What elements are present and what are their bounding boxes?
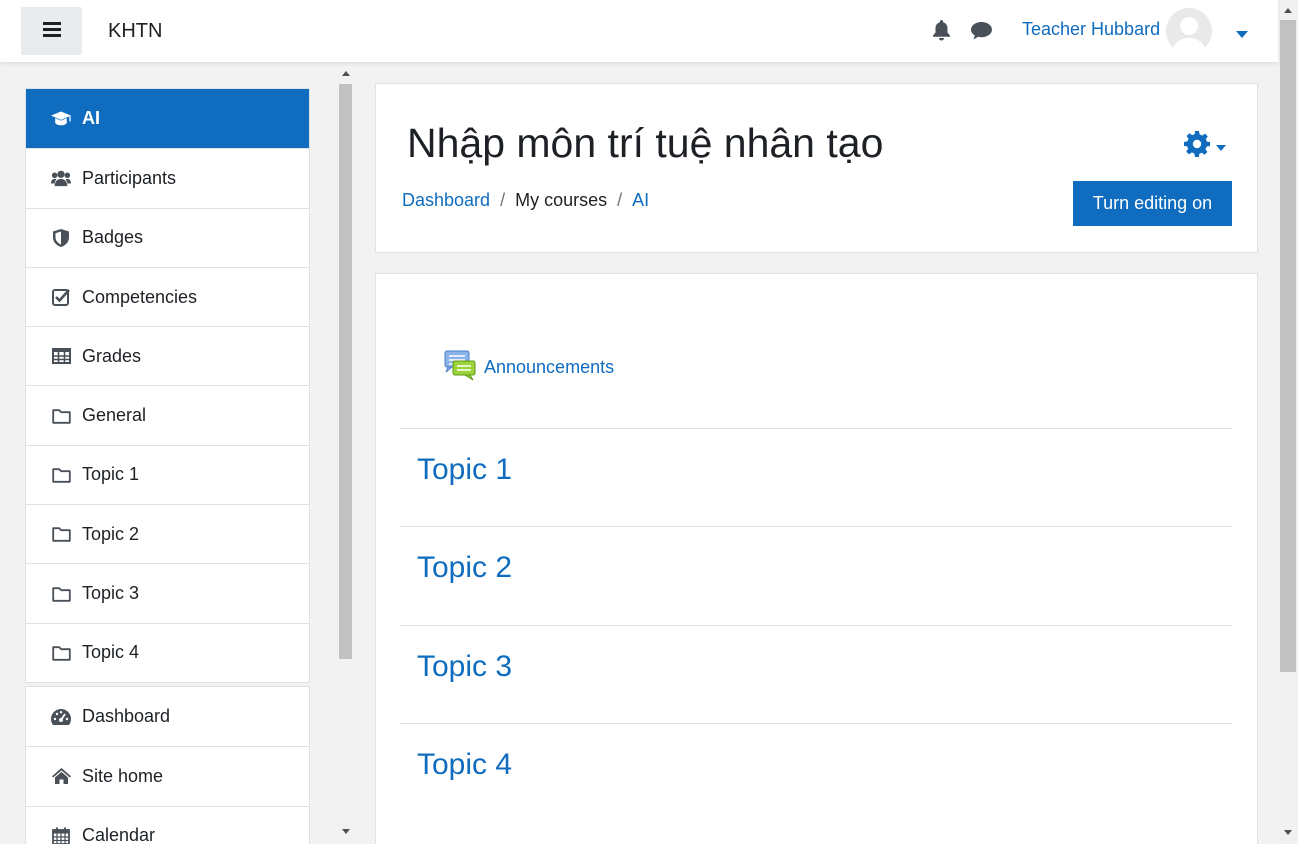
menu-icon (42, 22, 61, 40)
nav-item-label: Calendar (82, 825, 156, 844)
nav-item-grades[interactable]: Grades (26, 326, 309, 385)
bell-icon[interactable] (932, 20, 951, 46)
chat-icon[interactable] (971, 22, 992, 45)
nav-item-label: Topic 4 (82, 642, 140, 663)
nav-item-label: Competencies (82, 286, 198, 307)
nav-item-label: Participants (82, 167, 177, 188)
top-navbar: KHTN Teacher Hubbard (0, 0, 1278, 62)
scroll-up-icon[interactable] (342, 71, 350, 76)
nav-item-competencies[interactable]: Competencies (26, 266, 309, 326)
caret-down-icon[interactable] (1236, 25, 1248, 43)
page-title: Nhập môn trí tuệ nhân tạo (407, 120, 884, 166)
topic-3-link[interactable]: Topic 3 (417, 650, 512, 684)
nav-item-badges[interactable]: Badges (26, 207, 309, 267)
nav-item-label: Topic 2 (82, 523, 140, 544)
topic-section: Topic 4 (400, 723, 1232, 821)
nav-item-dashboard[interactable]: Dashboard (26, 687, 309, 746)
shield-icon (51, 228, 71, 248)
breadcrumb-separator: / (617, 190, 623, 210)
nav-item-label: General (82, 405, 147, 426)
folder-icon (51, 643, 71, 663)
calendar-icon (51, 826, 71, 844)
nav-item-label: Grades (82, 345, 142, 366)
nav-item-site-home[interactable]: Site home (26, 746, 309, 805)
folder-icon (51, 524, 71, 544)
nav-item-course-ai[interactable]: AI (26, 89, 309, 149)
page-scrollbar-thumb[interactable] (1280, 20, 1296, 672)
breadcrumb-dashboard[interactable]: Dashboard (402, 190, 490, 211)
topic-2-link[interactable]: Topic 2 (417, 551, 512, 585)
graduation-cap-icon (51, 109, 71, 129)
nav-item-topic-4[interactable]: Topic 4 (26, 622, 309, 682)
course-actions-menu[interactable] (1184, 131, 1226, 162)
nav-item-topic-2[interactable]: Topic 2 (26, 504, 309, 563)
nav-drawer: AI Participants Badges Competencies Grad… (0, 62, 356, 844)
user-menu-name[interactable]: Teacher Hubbard (1022, 19, 1160, 40)
users-icon (51, 168, 71, 188)
breadcrumb: Dashboard / My courses / AI (402, 190, 649, 211)
caret-down-icon (1216, 138, 1226, 156)
folder-icon (51, 406, 71, 426)
announcements-link[interactable]: Announcements (444, 349, 614, 386)
page-scrollbar[interactable] (1278, 0, 1298, 844)
folder-icon (51, 465, 71, 485)
drawer-scrollbar[interactable] (337, 62, 354, 844)
drawer-scrollbar-thumb[interactable] (339, 84, 352, 659)
nav-item-topic-1[interactable]: Topic 1 (26, 444, 309, 504)
breadcrumb-my-courses: My courses (515, 190, 608, 210)
breadcrumb-ai[interactable]: AI (632, 190, 649, 211)
topic-section: Topic 3 (400, 625, 1232, 723)
topic-4-link[interactable]: Topic 4 (417, 748, 512, 782)
gear-icon (1184, 131, 1210, 162)
breadcrumb-separator: / (500, 190, 506, 210)
dashboard-icon (51, 707, 71, 727)
course-content: Announcements Topic 1 Topic 2 Topic 3 To… (375, 273, 1258, 844)
avatar[interactable] (1166, 8, 1212, 54)
scroll-down-icon[interactable] (342, 829, 350, 834)
nav-item-label: Topic 1 (82, 464, 140, 485)
check-square-icon (51, 287, 71, 307)
announcements-label: Announcements (484, 357, 615, 377)
course-nav-group: AI Participants Badges Competencies Grad… (25, 88, 310, 683)
topic-section: Topic 1 (400, 428, 1232, 526)
drawer-toggle-button[interactable] (21, 7, 82, 55)
nav-item-general[interactable]: General (26, 385, 309, 444)
nav-item-label: Site home (82, 765, 164, 786)
topic-section: Topic 2 (400, 526, 1232, 625)
scroll-up-icon[interactable] (1284, 8, 1292, 13)
nav-item-label: AI (82, 108, 100, 129)
scroll-down-icon[interactable] (1284, 830, 1292, 835)
site-brand[interactable]: KHTN (108, 20, 162, 43)
folder-icon (51, 584, 71, 604)
topic-1-link[interactable]: Topic 1 (417, 453, 512, 487)
nav-item-calendar[interactable]: Calendar (26, 805, 309, 844)
nav-item-topic-3[interactable]: Topic 3 (26, 563, 309, 622)
table-icon (51, 346, 71, 366)
turn-editing-on-button[interactable]: Turn editing on (1073, 181, 1232, 226)
nav-item-participants[interactable]: Participants (26, 148, 309, 207)
home-icon (51, 766, 71, 786)
forum-icon (444, 349, 476, 386)
site-nav-group: Dashboard Site home Calendar (25, 686, 310, 844)
nav-item-label: Dashboard (82, 706, 171, 727)
nav-item-label: Topic 3 (82, 583, 140, 604)
nav-item-label: Badges (82, 227, 144, 248)
page-header: Nhập môn trí tuệ nhân tạo Dashboard / My… (375, 83, 1258, 253)
